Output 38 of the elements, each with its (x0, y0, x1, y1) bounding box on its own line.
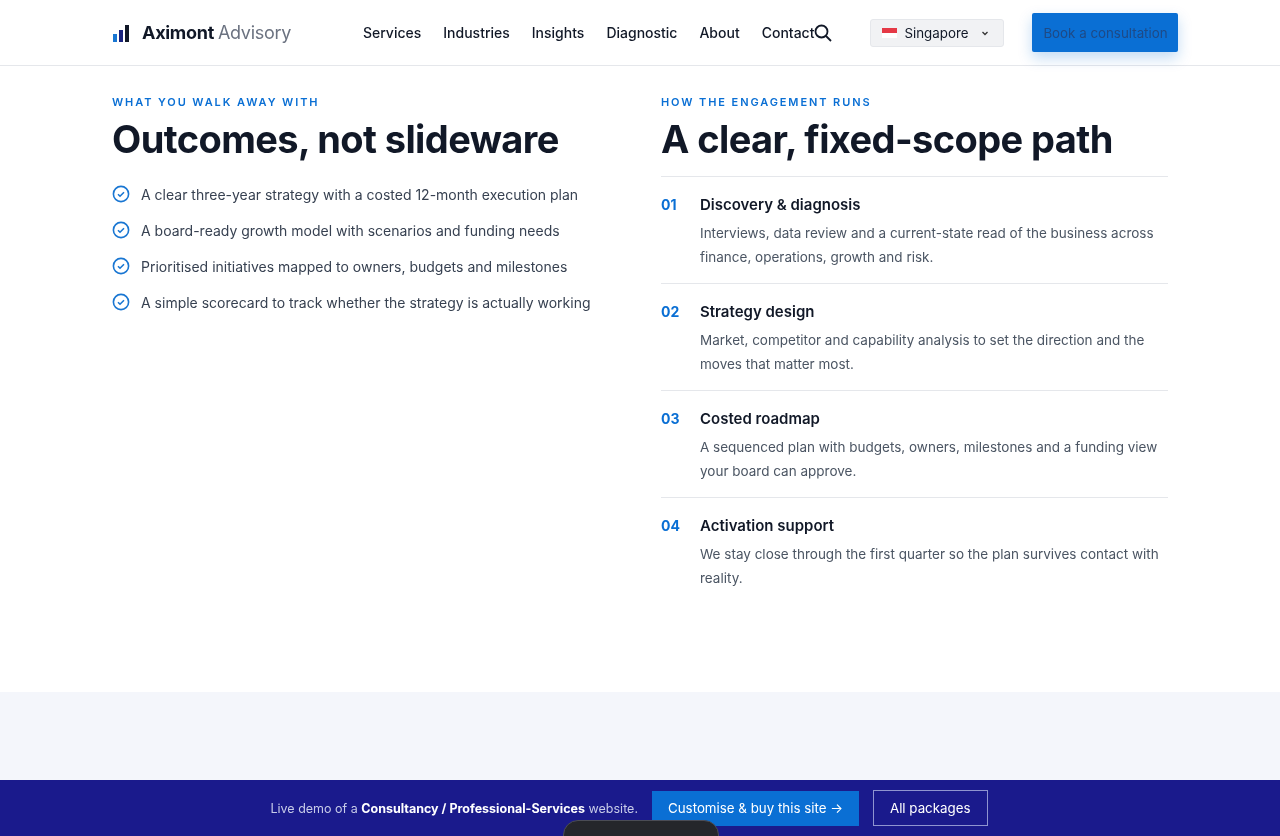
outcome-text: A clear three-year strategy with a costed 12-month execution plan (141, 185, 579, 203)
step-title: Strategy design (700, 302, 816, 322)
step-description: A sequenced plan with budgets, owners, milestones and a funding view your board can approve. (700, 438, 1159, 481)
nav-link[interactable]: Insights (531, 24, 585, 41)
step-title: Discovery & diagnosis (700, 195, 862, 215)
nav-link[interactable]: Diagnostic (606, 24, 678, 41)
flag-icon (882, 27, 898, 38)
step-number: 03 (661, 410, 681, 429)
check-circle-icon (112, 293, 130, 311)
section-eyebrow: WHAT YOU WALK AWAY WITH (112, 95, 321, 109)
packages-button[interactable]: All packages (872, 790, 988, 826)
step-description: Market, competitor and capability analysis to set the direction and the moves that matter most. (700, 331, 1146, 374)
check-circle-icon (112, 185, 130, 203)
demo-notice: Live demo of a Consultancy / Professional-Services website. (270, 800, 638, 816)
step-description: We stay close through the first quarter so the plan survives contact with reality. (700, 545, 1160, 588)
check-circle-icon (112, 257, 130, 275)
bar-chart-icon (112, 23, 130, 42)
search-icon[interactable] (814, 23, 833, 42)
step-title: Costed roadmap (700, 409, 821, 429)
outcome-text: A board-ready growth model with scenarios and funding needs (141, 221, 560, 239)
step-number: 04 (661, 517, 681, 536)
nav-link[interactable]: Contact (761, 24, 815, 41)
step-title: Activation support (700, 516, 836, 536)
step-number: 01 (661, 196, 678, 215)
customise-button[interactable]: Customise & buy this site → (652, 790, 859, 826)
brand-name[interactable]: Aximont Advisory (142, 22, 291, 43)
region-selector[interactable]: Singapore (870, 18, 1005, 47)
check-circle-icon (112, 221, 130, 239)
section-heading: A clear, fixed-scope path (661, 116, 1114, 162)
nav-link[interactable]: Services (362, 24, 422, 41)
step-description: Interviews, data review and a current-state read of the business across finance, operations, growth and risk. (700, 224, 1155, 267)
outcome-text: A simple scorecard to track whether the strategy is actually working (141, 293, 591, 311)
nav-link[interactable]: Industries (443, 24, 510, 41)
step-number: 02 (661, 303, 681, 322)
nav-link[interactable]: About (699, 24, 740, 41)
section-heading: Outcomes, not slideware (112, 116, 560, 162)
section-eyebrow: HOW THE ENGAGEMENT RUNS (661, 95, 873, 109)
outcome-text: Prioritised initiatives mapped to owners, budgets and milestones (141, 257, 568, 275)
